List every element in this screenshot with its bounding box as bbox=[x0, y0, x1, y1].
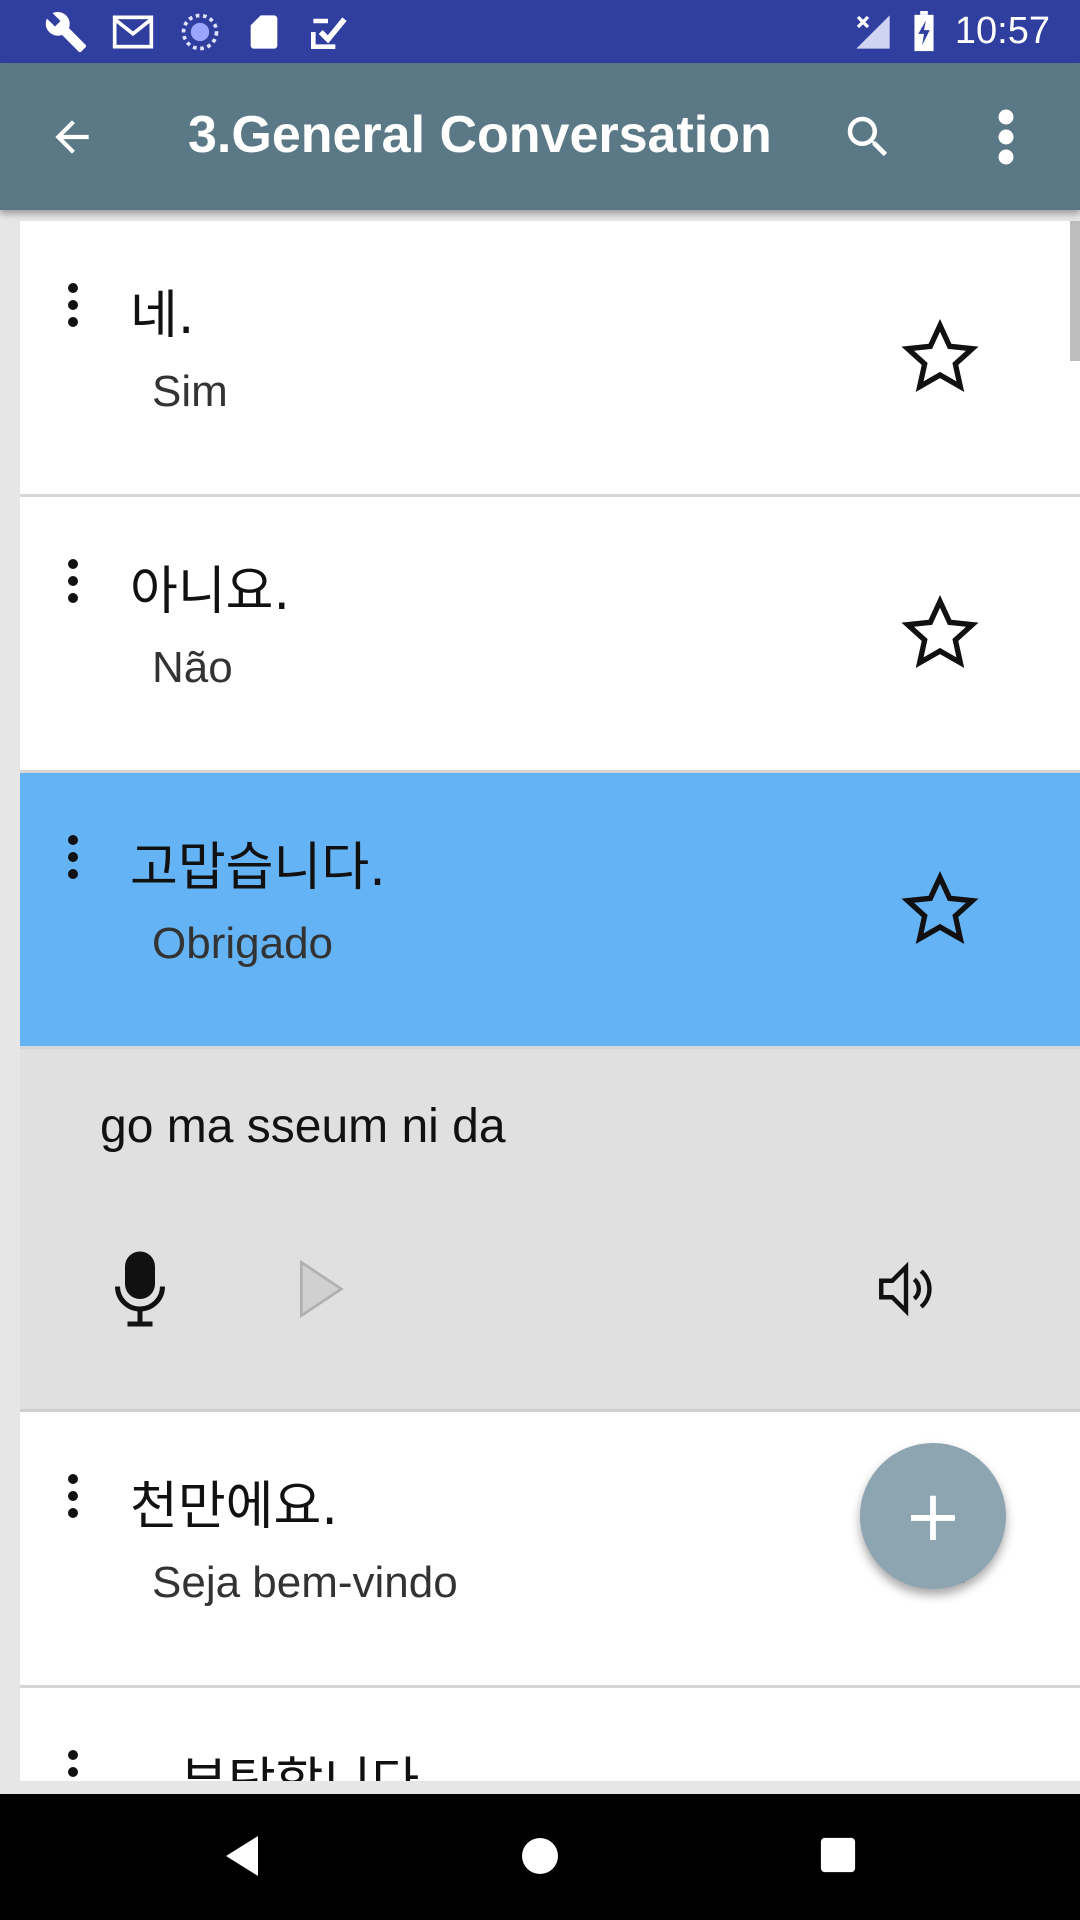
battery-charging-icon bbox=[914, 10, 934, 51]
list-item-selected[interactable]: 고맙습니다. Obrigado bbox=[20, 773, 1080, 1049]
add-fab-button[interactable]: + bbox=[860, 1443, 1006, 1589]
back-button[interactable] bbox=[36, 101, 108, 173]
home-nav-icon[interactable] bbox=[520, 1836, 560, 1876]
gmail-icon bbox=[112, 15, 154, 49]
phrase-detail-panel: go ma sseum ni da bbox=[20, 1049, 1080, 1412]
search-button[interactable] bbox=[832, 101, 904, 173]
item-menu-icon[interactable] bbox=[58, 835, 88, 895]
korean-phrase: 네. bbox=[130, 286, 195, 346]
no-signal-icon bbox=[856, 14, 890, 49]
item-menu-icon[interactable] bbox=[58, 283, 88, 343]
list-item[interactable]: 부탁합니다 bbox=[20, 1688, 1080, 1781]
checkbox-icon bbox=[311, 17, 347, 49]
item-menu-icon[interactable] bbox=[58, 1474, 88, 1534]
korean-phrase: 천만에요. bbox=[130, 1477, 338, 1537]
translation: Sim bbox=[152, 367, 228, 416]
korean-phrase: 아니요. bbox=[130, 562, 291, 622]
play-button[interactable] bbox=[282, 1249, 358, 1329]
translation: Obrigado bbox=[152, 919, 334, 968]
translation: Não bbox=[152, 643, 233, 692]
item-menu-icon[interactable] bbox=[58, 1750, 88, 1781]
add-label: + bbox=[903, 1475, 963, 1557]
star-icon[interactable] bbox=[900, 593, 980, 673]
play-icon bbox=[300, 1259, 344, 1319]
romanization: go ma sseum ni da bbox=[100, 1100, 506, 1153]
sd-card-icon bbox=[250, 15, 278, 49]
speaker-button[interactable] bbox=[868, 1249, 944, 1329]
sync-icon bbox=[181, 13, 219, 51]
wrench-icon bbox=[45, 12, 87, 53]
status-time: 10:57 bbox=[954, 10, 1050, 52]
scrollbar[interactable] bbox=[1070, 221, 1080, 361]
star-icon[interactable] bbox=[900, 869, 980, 949]
navigation-bar bbox=[0, 1794, 1080, 1920]
page-title: 3.General Conversation bbox=[188, 106, 772, 164]
back-nav-icon[interactable] bbox=[222, 1832, 262, 1880]
record-button[interactable] bbox=[102, 1249, 178, 1329]
app-bar: 3.General Conversation bbox=[0, 63, 1080, 210]
item-menu-icon[interactable] bbox=[58, 559, 88, 619]
microphone-icon bbox=[115, 1251, 165, 1327]
translation: Seja bem-vindo bbox=[152, 1558, 458, 1607]
list-item[interactable]: 아니요. Não bbox=[20, 497, 1080, 773]
status-bar: 10:57 bbox=[0, 0, 1080, 63]
overflow-menu-button[interactable] bbox=[970, 101, 1042, 173]
korean-phrase: 부탁합니다 bbox=[180, 1740, 419, 1781]
star-icon[interactable] bbox=[900, 317, 980, 397]
search-icon bbox=[847, 116, 888, 157]
overflow-menu-icon bbox=[998, 109, 1014, 165]
back-arrow-icon bbox=[55, 120, 89, 154]
korean-phrase: 고맙습니다. bbox=[130, 838, 386, 898]
speaker-icon bbox=[879, 1261, 932, 1317]
recents-nav-icon[interactable] bbox=[819, 1836, 857, 1874]
list-item[interactable]: 네. Sim bbox=[20, 221, 1080, 497]
